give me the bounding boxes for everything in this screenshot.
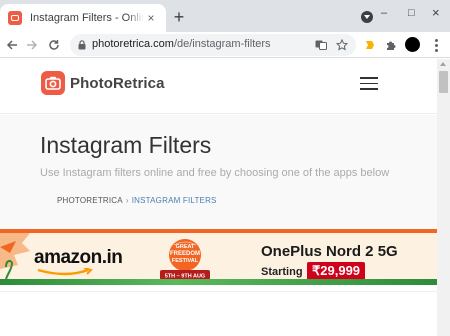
- ad-product-title: OnePlus Nord 2 5G: [261, 243, 398, 260]
- breadcrumb-separator: ›: [125, 196, 129, 205]
- reload-icon: [49, 40, 59, 50]
- browser-menu-icon[interactable]: [428, 37, 444, 53]
- site-logo-text[interactable]: PhotoRetrica: [70, 75, 165, 92]
- arrow-left-icon: [6, 40, 17, 50]
- badge-line1: GREAT: [176, 244, 195, 250]
- browser-toolbar: photoretrica.com/de/instagram-filters: [0, 32, 450, 58]
- translate-icon[interactable]: [314, 38, 328, 52]
- new-tab-button[interactable]: +: [170, 8, 188, 26]
- advertisement-banner[interactable]: amazon.in GREAT FREEDOM FESTIVAL 5TH – 9…: [0, 229, 437, 285]
- star-icon[interactable]: [335, 38, 349, 52]
- scrollbar-thumb[interactable]: [439, 71, 448, 93]
- amazon-logo: amazon.in: [34, 247, 123, 268]
- browser-tab[interactable]: Instagram Filters - Online and Free ×: [0, 4, 166, 32]
- ad-bottom-border: [0, 279, 437, 285]
- page-title: Instagram Filters: [40, 132, 212, 158]
- amazon-smile-icon: [37, 268, 93, 276]
- page-content-area: [0, 291, 437, 336]
- camera-icon: [8, 11, 22, 25]
- lock-icon[interactable]: [78, 40, 86, 50]
- scroll-up-arrow-icon[interactable]: [440, 62, 446, 66]
- url-text[interactable]: photoretrica.com/de/instagram-filters: [92, 38, 271, 50]
- logo-camera-icon[interactable]: [41, 71, 65, 95]
- forward-button[interactable]: [22, 35, 42, 55]
- close-window-button[interactable]: ×: [432, 6, 440, 20]
- page-viewport: PhotoRetrica Instagram Filters Use Insta…: [0, 59, 437, 336]
- address-bar[interactable]: photoretrica.com/de/instagram-filters: [70, 34, 356, 56]
- tab-title: Instagram Filters - Online and Free: [30, 12, 144, 24]
- back-button[interactable]: [2, 35, 22, 55]
- arrow-right-icon: [27, 40, 38, 50]
- page-subtitle: Use Instagram filters online and free by…: [40, 167, 390, 179]
- minimize-button[interactable]: –: [381, 6, 387, 20]
- url-host: photoretrica.com: [92, 38, 174, 50]
- site-header: PhotoRetrica: [0, 59, 437, 114]
- url-path: /de/instagram-filters: [173, 38, 271, 50]
- breadcrumb: PHOTORETRICA › INSTAGRAM FILTERS: [57, 196, 217, 205]
- badge-line3: FESTIVAL: [172, 258, 199, 264]
- ad-price: ₹29,999: [307, 262, 366, 280]
- freedom-festival-badge: GREAT FREEDOM FESTIVAL 5TH – 9TH AUG: [160, 239, 210, 280]
- breadcrumb-current[interactable]: INSTAGRAM FILTERS: [132, 196, 217, 205]
- breadcrumb-home[interactable]: PHOTORETRICA: [57, 196, 123, 205]
- extension-icon[interactable]: [362, 37, 378, 53]
- festive-decoration-icon: [0, 233, 30, 280]
- tab-search-icon[interactable]: [361, 11, 373, 23]
- reload-button[interactable]: [44, 35, 64, 55]
- page-scrollbar[interactable]: [437, 59, 450, 336]
- puzzle-icon[interactable]: [383, 37, 399, 53]
- badge-line2: FREEDOM: [170, 251, 200, 257]
- browser-tab-strip: Instagram Filters - Online and Free × + …: [0, 0, 450, 32]
- hamburger-menu-icon[interactable]: [360, 77, 378, 90]
- tab-close-icon[interactable]: ×: [144, 11, 158, 25]
- ad-starting-label: Starting: [261, 266, 303, 278]
- profile-avatar[interactable]: [405, 37, 420, 52]
- page-hero: Instagram Filters Use Instagram filters …: [0, 115, 437, 229]
- maximize-button[interactable]: □: [408, 6, 415, 20]
